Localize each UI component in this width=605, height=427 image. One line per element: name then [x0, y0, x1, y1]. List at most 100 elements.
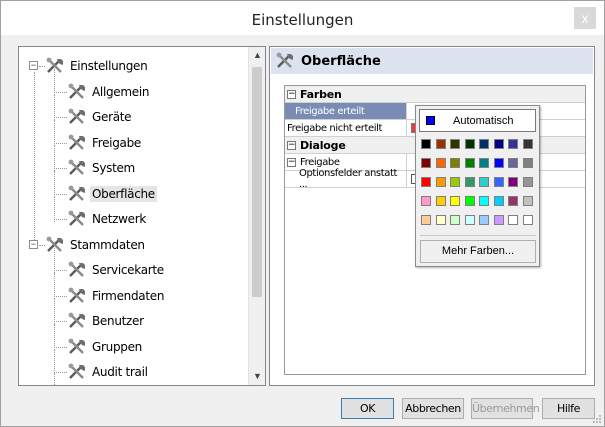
tree-item-benutzer[interactable]: Benutzer — [67, 310, 146, 332]
collapse-icon[interactable]: − — [29, 239, 38, 249]
tree-item-label: Gruppen — [92, 339, 142, 354]
color-swatch[interactable] — [479, 139, 489, 149]
color-swatch[interactable] — [493, 139, 504, 149]
color-swatch[interactable] — [493, 158, 504, 168]
color-swatch[interactable] — [464, 139, 475, 149]
tree-connector — [54, 373, 55, 385]
color-swatch[interactable] — [493, 215, 504, 225]
color-swatch[interactable] — [421, 196, 431, 206]
color-swatch[interactable] — [522, 158, 533, 168]
apply-button[interactable]: Übernehmen — [471, 398, 540, 419]
color-swatch[interactable] — [450, 177, 460, 187]
tree-item-label: Allgemein — [92, 84, 150, 99]
collapse-icon[interactable]: − — [287, 157, 296, 167]
automatic-color-swatch — [426, 116, 435, 125]
window-title: Einstellungen — [251, 11, 354, 29]
cancel-button[interactable]: Abbrechen — [402, 398, 464, 419]
ok-button[interactable]: OK — [341, 398, 394, 419]
color-swatch[interactable] — [508, 158, 518, 168]
tools-icon — [46, 236, 63, 252]
scroll-thumb[interactable] — [252, 67, 262, 297]
tree-item-label: Geräte — [92, 110, 132, 124]
tools-icon — [276, 52, 293, 68]
collapse-icon[interactable]: − — [287, 89, 296, 99]
tree-item-label: Oberfläche — [90, 185, 157, 202]
color-swatch[interactable] — [508, 139, 518, 149]
category-label: Farben — [300, 87, 342, 101]
collapse-icon[interactable]: − — [287, 140, 296, 150]
color-swatch[interactable] — [508, 215, 518, 225]
color-swatch[interactable] — [450, 196, 460, 206]
color-swatch[interactable] — [522, 139, 533, 149]
color-swatch[interactable] — [421, 139, 431, 149]
color-swatch[interactable] — [421, 158, 431, 168]
more-colors-button[interactable]: Mehr Farben... — [420, 240, 536, 263]
tree-connector — [54, 168, 67, 169]
tools-icon — [68, 338, 85, 354]
title-bar[interactable]: Einstellungen x — [1, 1, 604, 35]
tree-item-einstellungen[interactable]: Einstellungen — [45, 55, 149, 77]
help-button[interactable]: Hilfe — [542, 398, 595, 419]
color-swatch[interactable] — [522, 196, 533, 206]
color-swatch[interactable] — [435, 196, 446, 206]
color-swatch[interactable] — [421, 177, 431, 187]
automatic-color-button[interactable]: Automatisch — [419, 109, 536, 132]
tree-connector — [54, 120, 55, 146]
divider — [420, 235, 536, 236]
color-swatch[interactable] — [464, 158, 475, 168]
color-swatch[interactable] — [435, 177, 446, 187]
tree-item-allgemein[interactable]: Allgemein — [67, 81, 151, 103]
tree-item-stammdaten[interactable]: Stammdaten — [45, 234, 147, 256]
color-swatch[interactable] — [464, 196, 475, 206]
scroll-down-arrow[interactable]: ▼ — [249, 368, 265, 385]
color-swatch[interactable] — [464, 177, 475, 187]
color-swatch[interactable] — [479, 196, 489, 206]
tree-connector — [39, 244, 45, 246]
color-swatch[interactable] — [493, 177, 504, 187]
tree-item-audit-trail[interactable]: Audit trail — [67, 361, 150, 383]
resize-grip-icon[interactable] — [592, 414, 602, 424]
tree-item-geräte[interactable]: Geräte — [67, 106, 133, 128]
settings-tree[interactable]: Einstellungen − Allgemein Geräte Freigabe… — [18, 46, 266, 386]
tree-item-servicekarte[interactable]: Servicekarte — [67, 259, 166, 281]
tree-item-netzwerk[interactable]: Netzwerk — [67, 208, 148, 230]
color-swatch[interactable] — [450, 139, 460, 149]
automatic-label: Automatisch — [453, 114, 514, 127]
tools-icon — [68, 83, 85, 99]
tree-connector — [54, 196, 55, 222]
scroll-up-arrow[interactable]: ▲ — [249, 47, 265, 64]
property-name: Freigabe — [300, 156, 340, 168]
tree-item-system[interactable]: System — [67, 157, 137, 179]
tree-item-freigabe[interactable]: Freigabe — [67, 132, 143, 154]
color-swatch[interactable] — [508, 196, 518, 206]
color-swatch[interactable] — [464, 215, 475, 225]
tools-icon — [68, 210, 85, 226]
tree-item-label: Benutzer — [92, 314, 144, 328]
tree-item-oberfläche[interactable]: Oberfläche — [67, 183, 157, 205]
color-swatch[interactable] — [435, 158, 446, 168]
color-swatch[interactable] — [479, 177, 489, 187]
color-swatch[interactable] — [522, 215, 533, 225]
tree-scrollbar[interactable]: ▲ ▼ — [248, 47, 265, 385]
color-swatch[interactable] — [522, 177, 533, 187]
category-farben[interactable]: − Farben — [285, 86, 585, 103]
close-button[interactable]: x — [574, 7, 596, 29]
color-swatch[interactable] — [450, 215, 460, 225]
color-swatch[interactable] — [479, 158, 489, 168]
tools-icon — [68, 287, 85, 303]
tree-item-firmendaten[interactable]: Firmendaten — [67, 285, 166, 307]
tree-item-gruppen[interactable]: Gruppen — [67, 336, 144, 358]
tree-connector — [39, 66, 45, 67]
tree-connector — [54, 117, 67, 118]
color-swatch[interactable] — [435, 215, 446, 225]
color-swatch[interactable] — [421, 215, 431, 225]
color-swatch[interactable] — [479, 215, 489, 225]
collapse-icon[interactable]: − — [29, 61, 38, 70]
color-swatch[interactable] — [508, 177, 518, 187]
color-swatch[interactable] — [493, 196, 504, 206]
tree-item-label: Freigabe — [92, 135, 141, 150]
tree-connector — [54, 372, 67, 373]
color-swatch[interactable] — [450, 158, 460, 168]
tree-connector — [54, 171, 55, 197]
color-swatch[interactable] — [435, 139, 446, 149]
